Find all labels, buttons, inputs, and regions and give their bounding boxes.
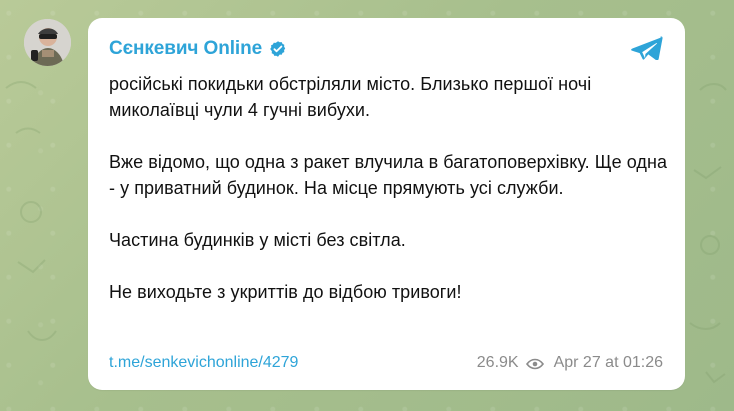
channel-avatar[interactable] <box>24 19 71 66</box>
message-card: Сєнкевич Online російські покидьки обстр… <box>88 18 685 390</box>
message-header: Сєнкевич Online <box>109 38 287 60</box>
views-value: 26.9K <box>476 354 519 371</box>
eye-icon <box>525 357 544 370</box>
verified-icon <box>269 40 287 58</box>
message-timestamp: Apr 27 at 01:26 <box>553 354 663 371</box>
message-meta: 26.9K Apr 27 at 01:26 <box>477 354 663 372</box>
message-footer: t.me/senkevichonline/4279 26.9K Apr 27 a… <box>109 353 663 373</box>
telegram-icon[interactable] <box>630 36 663 61</box>
views-count: 26.9K <box>477 354 544 372</box>
channel-name[interactable]: Сєнкевич Online <box>109 38 262 60</box>
message-text: російські покидьки обстріляли місто. Бли… <box>109 74 668 302</box>
message-link[interactable]: t.me/senkevichonline/4279 <box>109 354 298 372</box>
